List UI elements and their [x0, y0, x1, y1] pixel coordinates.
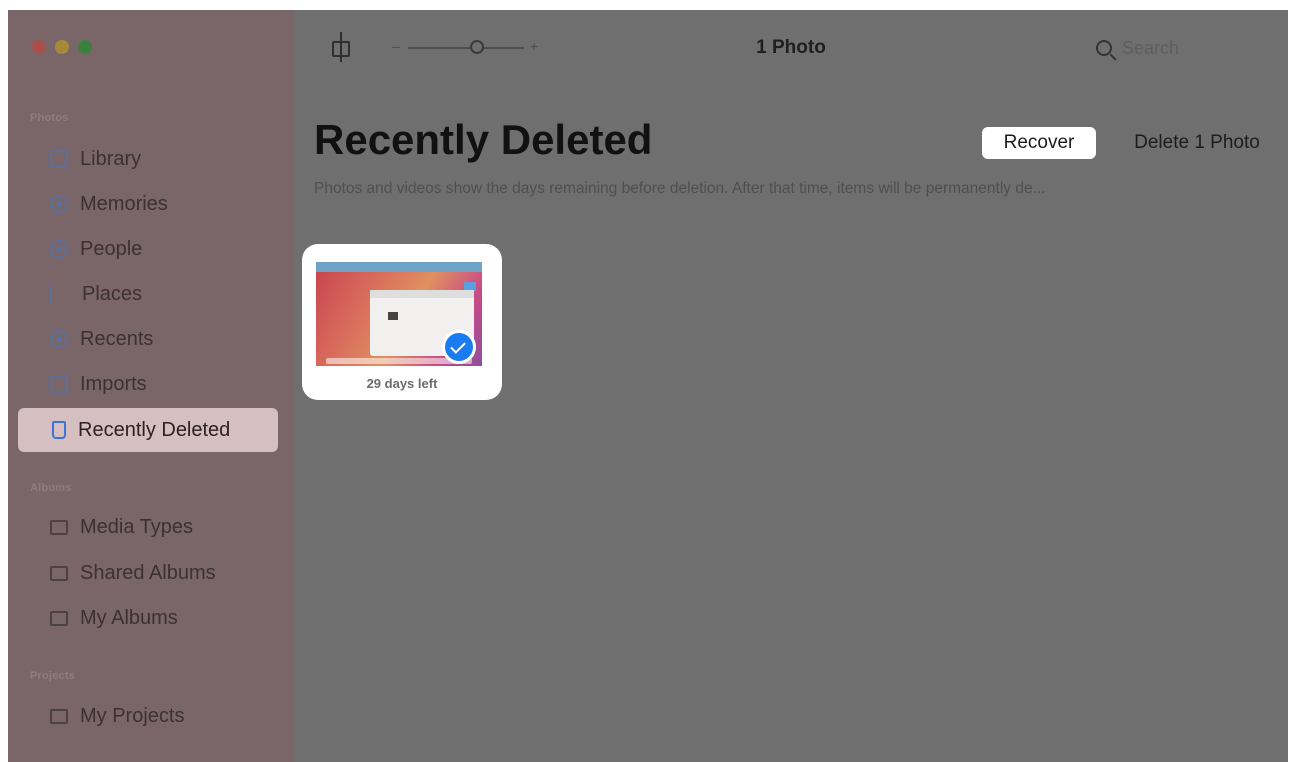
sidebar-item-label: My Projects [80, 704, 185, 727]
folder-icon [50, 610, 68, 626]
search-input[interactable] [1120, 36, 1214, 60]
sidebar-item-label: My Albums [80, 606, 178, 629]
section-label-albums: Albums [30, 482, 72, 494]
sidebar-item-label: Media Types [80, 515, 194, 538]
sidebar-item-imports[interactable]: Imports [18, 362, 278, 406]
search-field[interactable] [1096, 32, 1216, 64]
library-icon [50, 150, 68, 168]
shared-folder-icon [50, 565, 68, 581]
sidebar-item-shared-albums[interactable]: › Shared Albums [18, 551, 278, 595]
sidebar: Photos Library Memories People Places Re… [8, 10, 294, 762]
page-title: Recently Deleted [314, 116, 653, 163]
sidebar-item-recently-deleted[interactable]: Recently Deleted [18, 408, 278, 452]
sidebar-item-library[interactable]: Library [18, 137, 278, 181]
delete-photo-button[interactable]: Delete 1 Photo [1112, 127, 1282, 159]
sidebar-item-recents[interactable]: Recents [18, 317, 278, 361]
people-icon [50, 240, 68, 258]
trash-icon [52, 421, 66, 439]
days-left-label: 29 days left [366, 376, 438, 391]
sidebar-item-label: Places [82, 282, 143, 305]
sidebar-item-label: Recents [80, 327, 154, 350]
close-window-button[interactable] [32, 40, 46, 54]
sidebar-item-media-types[interactable]: › Media Types [18, 505, 278, 549]
section-label-photos: Photos [30, 112, 69, 124]
sidebar-item-my-albums[interactable]: › My Albums [18, 596, 278, 640]
minimize-window-button[interactable] [55, 40, 69, 54]
selected-checkmark-icon[interactable] [442, 330, 476, 364]
page-subtitle: Photos and videos show the days remainin… [314, 180, 1046, 197]
folder-icon [50, 519, 68, 535]
sidebar-item-label: Recently Deleted [78, 418, 231, 441]
photos-window: Photos Library Memories People Places Re… [8, 10, 1288, 762]
folder-icon [50, 708, 68, 724]
sidebar-item-label: People [80, 237, 143, 260]
recents-icon [50, 330, 68, 348]
memories-icon [50, 195, 68, 213]
sidebar-item-memories[interactable]: Memories [18, 182, 278, 226]
search-icon [1096, 40, 1112, 56]
section-label-projects: Projects [30, 670, 76, 682]
sidebar-item-label: Shared Albums [80, 561, 216, 584]
zoom-window-button[interactable] [78, 40, 92, 54]
sidebar-item-label: Imports [80, 372, 147, 395]
sidebar-item-my-projects[interactable]: › My Projects [18, 694, 278, 738]
imports-icon [50, 375, 68, 393]
sidebar-item-label: Library [80, 147, 142, 170]
main-content: Recently Deleted Recover Delete 1 Photo … [294, 86, 1288, 762]
sidebar-item-label: Memories [80, 192, 168, 215]
sidebar-item-places[interactable]: Places [18, 272, 278, 316]
sidebar-item-people[interactable]: People [18, 227, 278, 271]
window-controls [32, 40, 92, 54]
toolbar: – + 1 Photo [294, 10, 1288, 86]
photo-item[interactable]: 29 days left [302, 244, 502, 400]
places-icon [50, 285, 70, 303]
recover-button[interactable]: Recover [982, 127, 1096, 159]
